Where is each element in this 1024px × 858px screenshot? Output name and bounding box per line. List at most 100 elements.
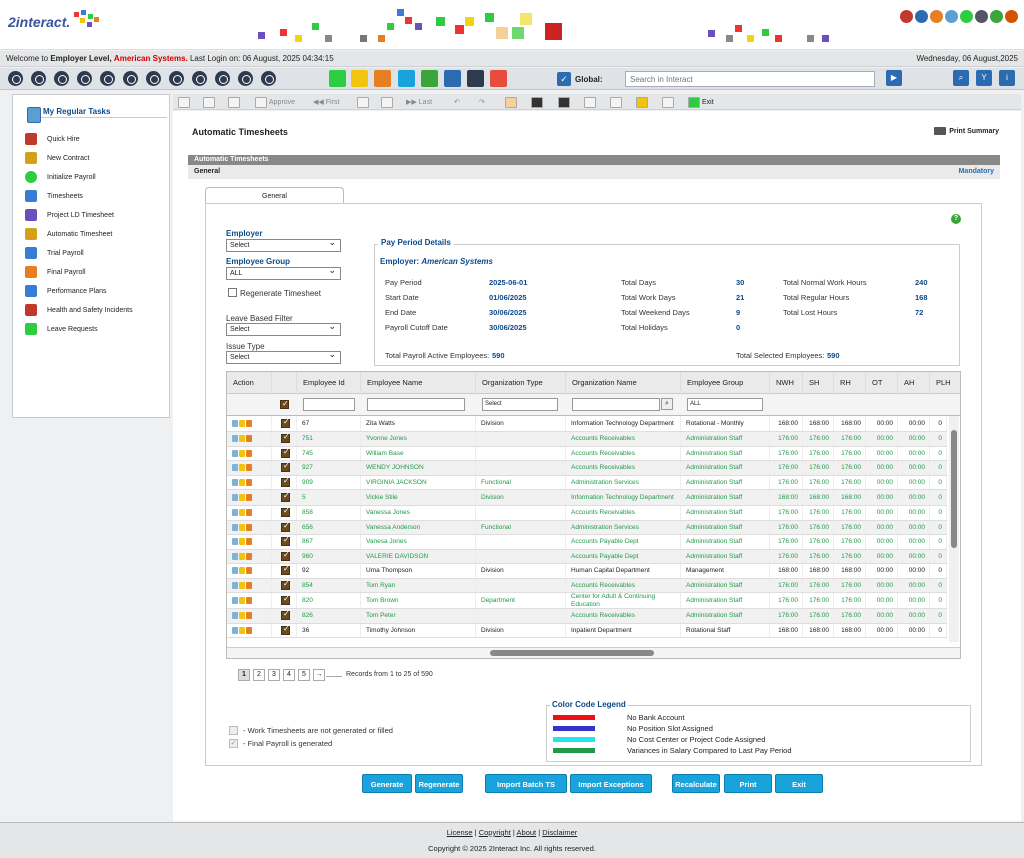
- person-icon[interactable]: [100, 71, 115, 86]
- sidebar-item-trial-payroll[interactable]: Trial Payroll: [25, 246, 84, 260]
- print-button[interactable]: [662, 96, 674, 108]
- first-button[interactable]: ◀◀ First: [313, 96, 339, 108]
- recalculate-button[interactable]: Recalculate: [672, 774, 720, 793]
- close-module-icon[interactable]: [467, 70, 484, 87]
- view-icon[interactable]: [232, 612, 238, 620]
- delete-row-icon[interactable]: [246, 420, 252, 427]
- last-button[interactable]: ▶▶ Last: [406, 96, 432, 108]
- row-checkbox[interactable]: [281, 477, 290, 487]
- document-icon[interactable]: [444, 70, 461, 87]
- view-icon[interactable]: [232, 581, 238, 589]
- view-icon[interactable]: [232, 626, 238, 634]
- power-icon[interactable]: [1005, 10, 1018, 23]
- delete-row-icon[interactable]: [246, 509, 252, 517]
- user-icon[interactable]: [930, 10, 943, 23]
- col-ot[interactable]: OT: [866, 372, 898, 394]
- regenerate-checkbox[interactable]: [228, 288, 237, 297]
- table-row[interactable]: 867Vanesa Jones Accounts Payable DeptAdmi…: [227, 535, 947, 550]
- edit-row-icon[interactable]: [239, 478, 245, 486]
- table-row[interactable]: 858Vanessa Jones Accounts ReceivablesAdmi…: [227, 506, 947, 521]
- row-checkbox[interactable]: [281, 492, 290, 502]
- exit-button[interactable]: Exit: [775, 774, 823, 793]
- edit-row-icon[interactable]: [239, 435, 245, 443]
- edit-record-button[interactable]: [228, 96, 240, 108]
- vertical-scroll-thumb[interactable]: [951, 430, 957, 548]
- search-go-button[interactable]: ▶: [886, 70, 902, 86]
- sidebar-item-health-safety[interactable]: Health and Safety Incidents: [25, 303, 133, 317]
- delete-row-icon[interactable]: [246, 435, 252, 443]
- row-checkbox[interactable]: [281, 448, 290, 458]
- filter-org-name[interactable]: [572, 398, 660, 411]
- employee-group-select[interactable]: ALL: [226, 265, 341, 280]
- family-icon[interactable]: [169, 71, 184, 86]
- row-checkbox[interactable]: [281, 610, 290, 621]
- table-row[interactable]: 67Zita WattsDivisionInformation Technolo…: [227, 416, 947, 432]
- sidebar-item-automatic-timesheet[interactable]: Automatic Timesheet: [25, 227, 112, 241]
- delete-row-icon[interactable]: [246, 449, 252, 457]
- col-employee-group[interactable]: Employee Group: [681, 372, 770, 394]
- package-icon[interactable]: [900, 10, 913, 23]
- refresh-button[interactable]: [584, 96, 596, 108]
- view-icon[interactable]: [232, 449, 238, 457]
- row-checkbox[interactable]: [281, 595, 290, 605]
- row-checkbox[interactable]: [281, 536, 290, 547]
- table-row[interactable]: 745William Base Accounts ReceivablesAdmin…: [227, 446, 947, 461]
- help-icon[interactable]: ?: [951, 214, 961, 224]
- tools-button[interactable]: [610, 96, 622, 108]
- globe-icon[interactable]: [960, 10, 973, 23]
- filter-icon[interactable]: Y: [976, 70, 992, 86]
- global-search-input[interactable]: [625, 71, 875, 87]
- select-all-checkbox[interactable]: [280, 399, 289, 409]
- sidebar-item-initialize-payroll[interactable]: Initialize Payroll: [25, 170, 96, 184]
- generate-button[interactable]: Generate: [362, 774, 412, 793]
- app-logo[interactable]: 2interact.: [8, 8, 120, 34]
- view-icon[interactable]: [232, 435, 238, 443]
- notes-button[interactable]: [636, 96, 648, 108]
- edit-row-icon[interactable]: [239, 567, 245, 575]
- table-row[interactable]: 751Yvonne Jones Accounts ReceivablesAdmin…: [227, 432, 947, 447]
- edit-row-icon[interactable]: [239, 612, 245, 620]
- sidebar-item-new-contract[interactable]: New Contract: [25, 151, 89, 165]
- report-icon[interactable]: [261, 71, 276, 86]
- col-action[interactable]: Action: [227, 372, 272, 394]
- grid-module-icon[interactable]: [490, 70, 507, 87]
- sidebar-item-performance-plans[interactable]: Performance Plans: [25, 284, 107, 298]
- edit-row-icon[interactable]: [239, 538, 245, 546]
- regenerate-button[interactable]: Regenerate: [415, 774, 463, 793]
- row-checkbox[interactable]: [281, 625, 290, 635]
- import-batch-ts-button[interactable]: Import Batch TS: [485, 774, 567, 793]
- table-row[interactable]: 92Uma ThompsonDivisionHuman Capital Depa…: [227, 564, 947, 579]
- col-ah[interactable]: AH: [898, 372, 930, 394]
- table-row[interactable]: 656Vanessa AndersonFunctionalAdministrat…: [227, 520, 947, 535]
- page-4-button[interactable]: 4: [283, 669, 295, 681]
- leave-filter-select[interactable]: Select: [226, 321, 341, 336]
- print-summary-button[interactable]: Print Summary: [934, 127, 999, 135]
- view-icon[interactable]: [232, 478, 238, 486]
- col-rh[interactable]: RH: [834, 372, 866, 394]
- view-icon[interactable]: [232, 464, 238, 472]
- copy-record-button[interactable]: [203, 96, 215, 108]
- exit-toolbar-button[interactable]: Exit: [688, 96, 714, 108]
- edit-row-icon[interactable]: [239, 581, 245, 589]
- table-row[interactable]: 826Tom Peter Accounts ReceivablesAdminist…: [227, 609, 947, 624]
- upload-icon[interactable]: [421, 70, 438, 87]
- new-record-button[interactable]: [178, 96, 190, 108]
- sidebar-item-leave-requests[interactable]: Leave Requests: [25, 322, 98, 336]
- approve-button[interactable]: Approve: [255, 96, 295, 108]
- delete-row-icon[interactable]: [246, 597, 252, 604]
- row-checkbox[interactable]: [281, 433, 290, 444]
- row-checkbox[interactable]: [281, 418, 290, 428]
- sidebar-item-final-payroll[interactable]: Final Payroll: [25, 265, 86, 279]
- page-1-button[interactable]: 1: [238, 669, 250, 681]
- edit-row-icon[interactable]: [239, 449, 245, 457]
- employee-card-icon[interactable]: [77, 71, 92, 86]
- help-icon[interactable]: [990, 10, 1003, 23]
- page-3-button[interactable]: 3: [268, 669, 280, 681]
- mail-icon[interactable]: [945, 10, 958, 23]
- delete-row-icon[interactable]: [246, 612, 252, 620]
- table-row[interactable]: 854Tom Ryan Accounts ReceivablesAdministr…: [227, 578, 947, 593]
- delete-row-icon[interactable]: [246, 552, 252, 560]
- clock-icon[interactable]: [123, 71, 138, 86]
- sidebar-item-timesheets[interactable]: Timesheets: [25, 189, 83, 203]
- view-icon[interactable]: [232, 494, 238, 501]
